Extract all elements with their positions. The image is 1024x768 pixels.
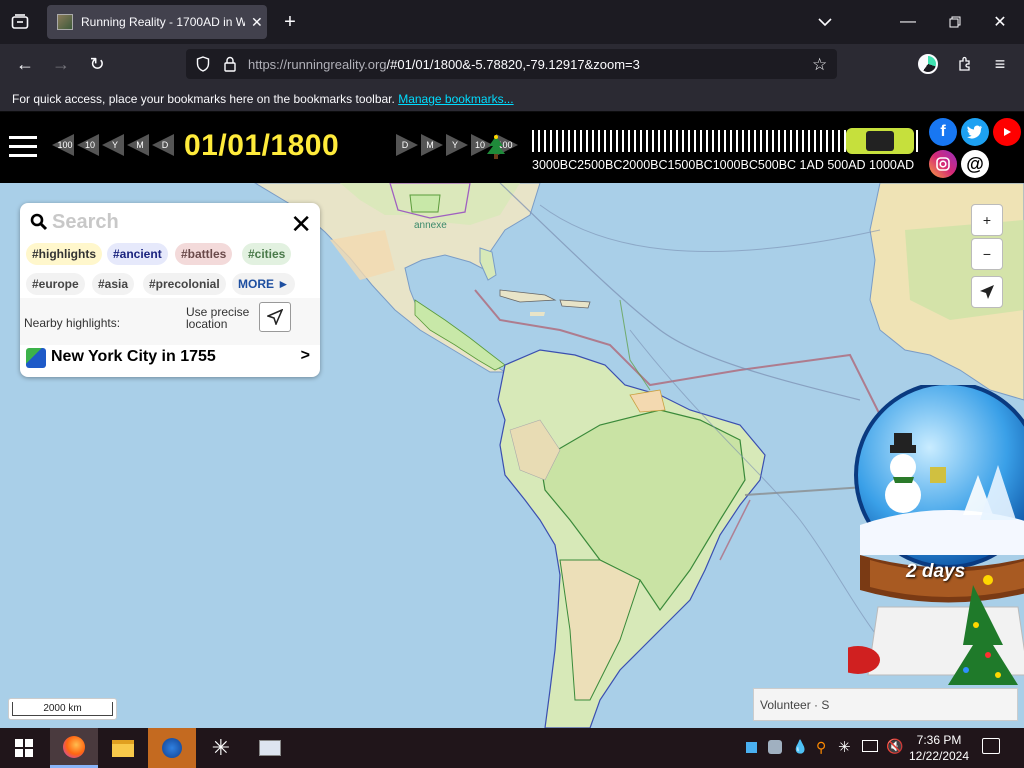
youtube-icon[interactable] — [993, 118, 1021, 146]
highlight-item[interactable]: New York City in 1755 > — [26, 347, 314, 369]
new-tab-icon[interactable]: + — [280, 11, 300, 33]
christmas-tree-icon — [484, 134, 508, 167]
app-taskbar-icon[interactable] — [148, 728, 196, 768]
lock-icon[interactable] — [224, 56, 236, 77]
taskbar: ✳ 💧 ⚲ ✳ 🔇 7:36 PM 12/22/2024 — [0, 728, 1024, 768]
christmas-snow-globe[interactable]: 2 days — [826, 381, 1024, 730]
nearby-label: Nearby highlights: — [24, 316, 121, 330]
volume-icon[interactable]: 🔇 — [886, 738, 903, 755]
tab-favicon-icon — [57, 14, 73, 30]
close-window-icon[interactable]: ✕ — [990, 12, 1010, 32]
zoom-in-button[interactable]: + — [971, 204, 1003, 236]
more-tags-button[interactable]: MORE ► — [232, 273, 296, 295]
scale-label: 2000 km — [12, 702, 113, 716]
forward-day-label: D — [401, 140, 409, 150]
url-bar[interactable]: https://runningreality.org/#01/01/1800&-… — [186, 49, 837, 79]
tab-bar: Running Reality - 1700AD in We ✕ + — ✕ — [0, 0, 1024, 44]
precise-location-label: Use precise location — [186, 305, 250, 331]
highlight-title: New York City in 1755 — [51, 348, 216, 365]
chip-precolonial[interactable]: #precolonial — [143, 273, 226, 295]
account-icon[interactable] — [918, 54, 938, 74]
navigation-arrow-icon — [980, 285, 994, 299]
search-input[interactable]: Search — [52, 211, 119, 234]
chip-asia[interactable]: #asia — [92, 273, 135, 295]
tracking-shield-icon[interactable] — [196, 56, 210, 77]
current-date[interactable]: 01/01/1800 — [184, 129, 339, 163]
scale-bar: 2000 km — [8, 698, 117, 720]
active-tab[interactable]: Running Reality - 1700AD in We ✕ — [47, 5, 267, 39]
hamburger-menu-icon[interactable] — [9, 136, 37, 158]
tray-app-icon[interactable] — [768, 740, 782, 754]
annex-label: annexe — [414, 220, 447, 231]
minimize-icon[interactable]: — — [898, 12, 918, 32]
tray-snowflake-icon[interactable]: ✳ — [838, 738, 851, 756]
back-10-label: 10 — [84, 140, 95, 150]
navigation-bar: ← → ↻ https://runningreality.org/#01/01/… — [0, 44, 1024, 84]
threads-icon[interactable]: @ — [961, 150, 989, 178]
restore-icon[interactable] — [945, 12, 965, 32]
app-menu-icon[interactable]: ≡ — [990, 54, 1010, 74]
extensions-icon[interactable] — [955, 54, 975, 74]
firefox-taskbar-icon[interactable] — [50, 728, 98, 768]
bookmarks-toolbar: For quick access, place your bookmarks h… — [0, 84, 1024, 112]
bookmark-star-icon[interactable]: ☆ — [812, 55, 827, 75]
snowflake-app-icon[interactable]: ✳ — [197, 728, 245, 768]
timeline-year-labels: 3000BC2500BC2000BC1500BC1000BC500BC 1AD … — [532, 158, 915, 172]
chip-cities[interactable]: #cities — [242, 243, 292, 265]
close-search-icon[interactable]: ✕ — [290, 211, 312, 237]
back-100-label: 100 — [57, 140, 73, 150]
back-day-label: D — [161, 140, 169, 150]
list-tabs-icon[interactable] — [815, 12, 835, 32]
chip-ancient[interactable]: #ancient — [107, 243, 168, 265]
url-text: https://runningreality.org/#01/01/1800&-… — [248, 57, 640, 72]
manage-bookmarks-link[interactable]: Manage bookmarks... — [398, 92, 513, 106]
tray-search-icon[interactable]: ⚲ — [816, 739, 826, 756]
forward-icon[interactable]: → — [50, 54, 72, 74]
chip-europe[interactable]: #europe — [26, 273, 85, 295]
location-arrow-icon — [267, 309, 283, 325]
back-year-label: Y — [111, 140, 118, 150]
tab-title: Running Reality - 1700AD in We — [81, 15, 245, 29]
site-header: 100 10 Y M D 01/01/1800 D M Y 10 100 300… — [0, 112, 1024, 183]
facebook-icon[interactable]: f — [929, 118, 957, 146]
locate-me-button[interactable] — [971, 276, 1003, 308]
clock[interactable]: 7:36 PM 12/22/2024 — [904, 732, 974, 764]
search-panel: Search ✕ #highlights #ancient #battles #… — [20, 203, 320, 377]
photos-app-icon[interactable] — [246, 728, 294, 768]
chip-battles[interactable]: #battles — [175, 243, 233, 265]
timeline-slider-handle[interactable] — [846, 128, 914, 154]
countdown-label: 2 days — [906, 561, 966, 582]
back-month-label: M — [136, 140, 144, 150]
tab-overview-icon[interactable] — [8, 12, 32, 32]
tab-close-icon[interactable]: ✕ — [251, 14, 263, 31]
bookmarks-hint: For quick access, place your bookmarks h… — [12, 92, 395, 106]
instagram-icon[interactable] — [929, 150, 957, 178]
notifications-icon[interactable] — [982, 738, 1000, 754]
clock-time: 7:36 PM — [916, 733, 962, 747]
reload-icon[interactable]: ↻ — [86, 54, 108, 74]
tray-drop-icon[interactable]: 💧 — [792, 739, 808, 755]
precise-location-button[interactable] — [259, 302, 291, 332]
clock-date: 12/22/2024 — [908, 749, 970, 763]
back-icon[interactable]: ← — [14, 54, 36, 74]
zoom-out-button[interactable]: − — [971, 238, 1003, 270]
search-icon — [30, 213, 48, 236]
tray-blue-square-icon[interactable] — [746, 742, 757, 753]
file-explorer-icon[interactable] — [99, 728, 147, 768]
twitter-icon[interactable] — [961, 118, 989, 146]
windows-start-icon[interactable] — [0, 728, 48, 768]
network-icon[interactable] — [862, 740, 878, 752]
highlight-flag-icon — [26, 348, 46, 368]
forward-year-label: Y — [451, 140, 458, 150]
highlight-arrow-icon: > — [300, 347, 310, 364]
chip-highlights[interactable]: #highlights — [26, 243, 102, 265]
forward-month-label: M — [426, 140, 434, 150]
search-row: Search ✕ — [28, 211, 312, 241]
